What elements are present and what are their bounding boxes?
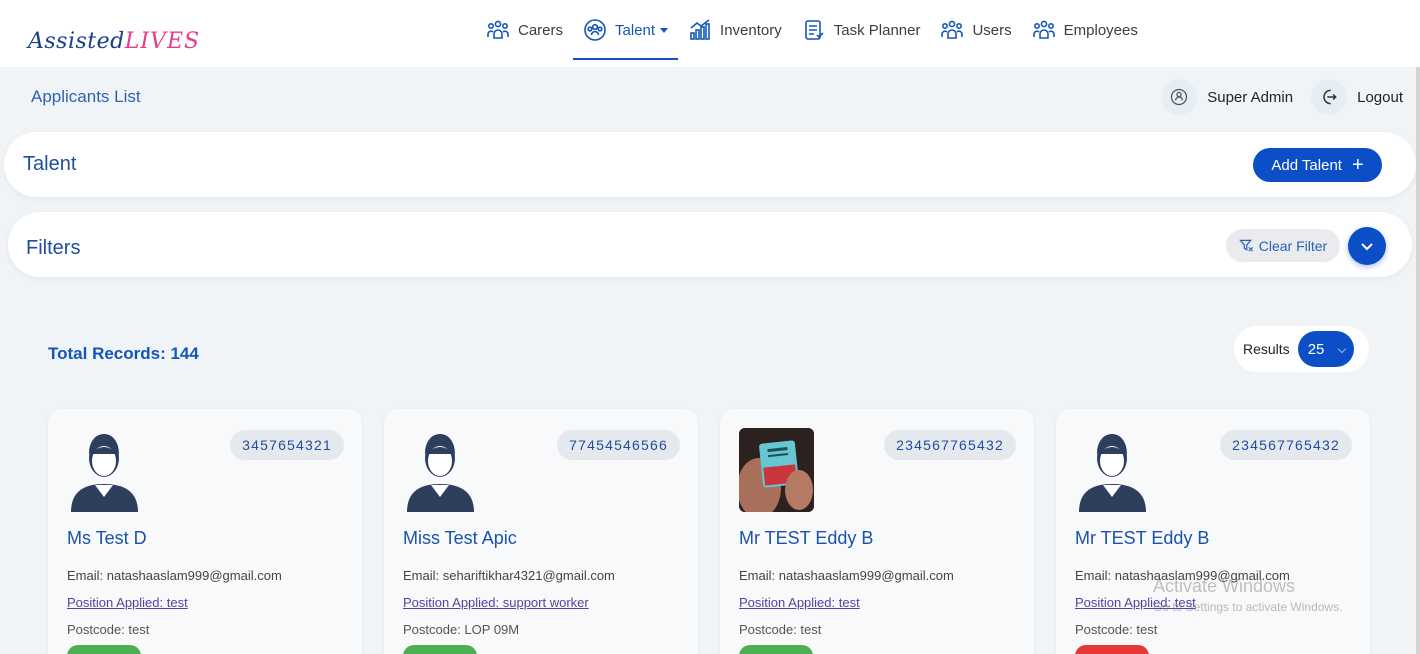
clear-filter-button[interactable]: Clear Filter [1226, 229, 1340, 262]
user-badge-icon [1171, 88, 1188, 106]
nav-talent-label: Talent [615, 21, 656, 39]
phone-badge: 234567765432 [884, 430, 1016, 460]
logo-text-lives: LIVES [124, 29, 201, 54]
bar-chart-icon [690, 19, 710, 40]
scrollbar[interactable] [1416, 67, 1420, 654]
plus-icon: + [1351, 154, 1364, 176]
applicant-postcode: Postcode: test [67, 622, 150, 637]
nav-inventory[interactable]: Inventory [678, 0, 792, 60]
applicant-name[interactable]: Mr TEST Eddy B [1075, 528, 1209, 549]
talent-panel-title: Talent [23, 153, 77, 175]
applicant-email: Email: natashaaslam999@gmail.com [739, 568, 954, 583]
applicant-position-link[interactable]: Position Applied: test [67, 595, 188, 610]
applicant-card[interactable]: 234567765432 Mr TEST Eddy B Email: natas… [1056, 409, 1370, 654]
chevron-down-icon [1337, 344, 1346, 354]
applicant-postcode: Postcode: LOP 09M [403, 622, 520, 637]
nav-employees-label: Employees [1063, 21, 1138, 39]
nav-carers[interactable]: Carers [476, 0, 573, 60]
applicant-card[interactable]: 77454546566 Miss Test Apic Email: sehari… [384, 409, 698, 654]
user-avatar-icon [71, 434, 138, 512]
applicant-name[interactable]: Ms Test D [67, 528, 147, 549]
applicant-email: Email: natashaaslam999@gmail.com [67, 568, 282, 583]
applicant-card[interactable]: 234567765432 Mr TEST Eddy B Email: natas… [720, 409, 1034, 654]
nav-task-planner[interactable]: Task Planner [792, 0, 931, 60]
status-badge[interactable] [1075, 645, 1149, 654]
applicant-position-link[interactable]: Position Applied: test [739, 595, 860, 610]
nav-inventory-label: Inventory [720, 21, 782, 39]
results-label: Results [1243, 341, 1290, 357]
activation-watermark-title: Activate Windows [1153, 576, 1296, 596]
clear-filter-label: Clear Filter [1258, 237, 1328, 254]
filters-title: Filters [26, 237, 81, 259]
results-per-page: Results 25 [1234, 326, 1369, 372]
people-group-icon [941, 20, 964, 39]
nav-carers-label: Carers [518, 21, 564, 39]
people-group-icon [487, 20, 509, 39]
chevron-down-icon [660, 27, 669, 33]
people-group-icon [1032, 20, 1055, 39]
main-nav: Carers Talent Inventory Task Planner Use… [476, 0, 1148, 67]
nav-users-label: Users [972, 21, 1012, 39]
logo-text-assisted: Assisted [28, 29, 125, 54]
user-avatar[interactable] [1161, 79, 1198, 115]
applicant-name[interactable]: Miss Test Apic [403, 528, 517, 549]
applicant-email: Email: sehariftikhar4321@gmail.com [403, 568, 615, 583]
applicant-photo [739, 428, 814, 512]
status-badge[interactable] [739, 645, 813, 654]
applicant-card[interactable]: 3457654321 Ms Test D Email: natashaaslam… [48, 409, 362, 654]
page-title: Applicants List [31, 87, 141, 106]
talent-icon [584, 19, 606, 41]
nav-talent[interactable]: Talent [573, 0, 679, 60]
results-value: 25 [1307, 340, 1325, 358]
add-talent-label: Add Talent [1271, 156, 1342, 174]
filters-expand-button[interactable] [1348, 227, 1386, 265]
applicant-name[interactable]: Mr TEST Eddy B [739, 528, 873, 549]
applicant-postcode: Postcode: test [1075, 622, 1158, 637]
status-badge[interactable] [67, 645, 141, 654]
user-role: Super Admin [1207, 88, 1294, 106]
nav-users[interactable]: Users [930, 0, 1021, 60]
logout-icon [1323, 89, 1337, 105]
applicant-postcode: Postcode: test [739, 622, 822, 637]
filter-clear-icon [1238, 239, 1253, 252]
applicant-position-link[interactable]: Position Applied: support worker [403, 595, 589, 610]
total-records: Total Records: 144 [48, 344, 199, 363]
logout-label[interactable]: Logout [1357, 89, 1403, 106]
user-avatar-icon [407, 434, 474, 512]
phone-badge: 77454546566 [557, 430, 680, 460]
activation-watermark-text: Go to Settings to activate Windows. [1153, 600, 1343, 614]
add-talent-button[interactable]: Add Talent + [1253, 148, 1382, 182]
app-logo[interactable]: Assisted LIVES [28, 18, 200, 54]
chevron-down-icon [1361, 243, 1373, 251]
top-navbar: Assisted LIVES Carers Talent Inventory Ta… [0, 0, 1420, 67]
user-area: Super Admin Logout [1161, 78, 1403, 116]
phone-badge: 234567765432 [1220, 430, 1352, 460]
id-card-photo-icon [739, 428, 814, 512]
nav-employees[interactable]: Employees [1022, 0, 1148, 60]
results-select[interactable]: 25 [1297, 331, 1354, 367]
logout-button[interactable] [1311, 79, 1348, 115]
nav-task-planner-label: Task Planner [833, 21, 921, 39]
task-list-icon [804, 20, 824, 40]
user-avatar-icon [1079, 434, 1146, 512]
filters-panel: Filters Clear Filter [8, 212, 1412, 277]
phone-badge: 3457654321 [230, 430, 344, 460]
talent-panel: Talent Add Talent + [4, 132, 1416, 197]
status-badge[interactable] [403, 645, 477, 654]
